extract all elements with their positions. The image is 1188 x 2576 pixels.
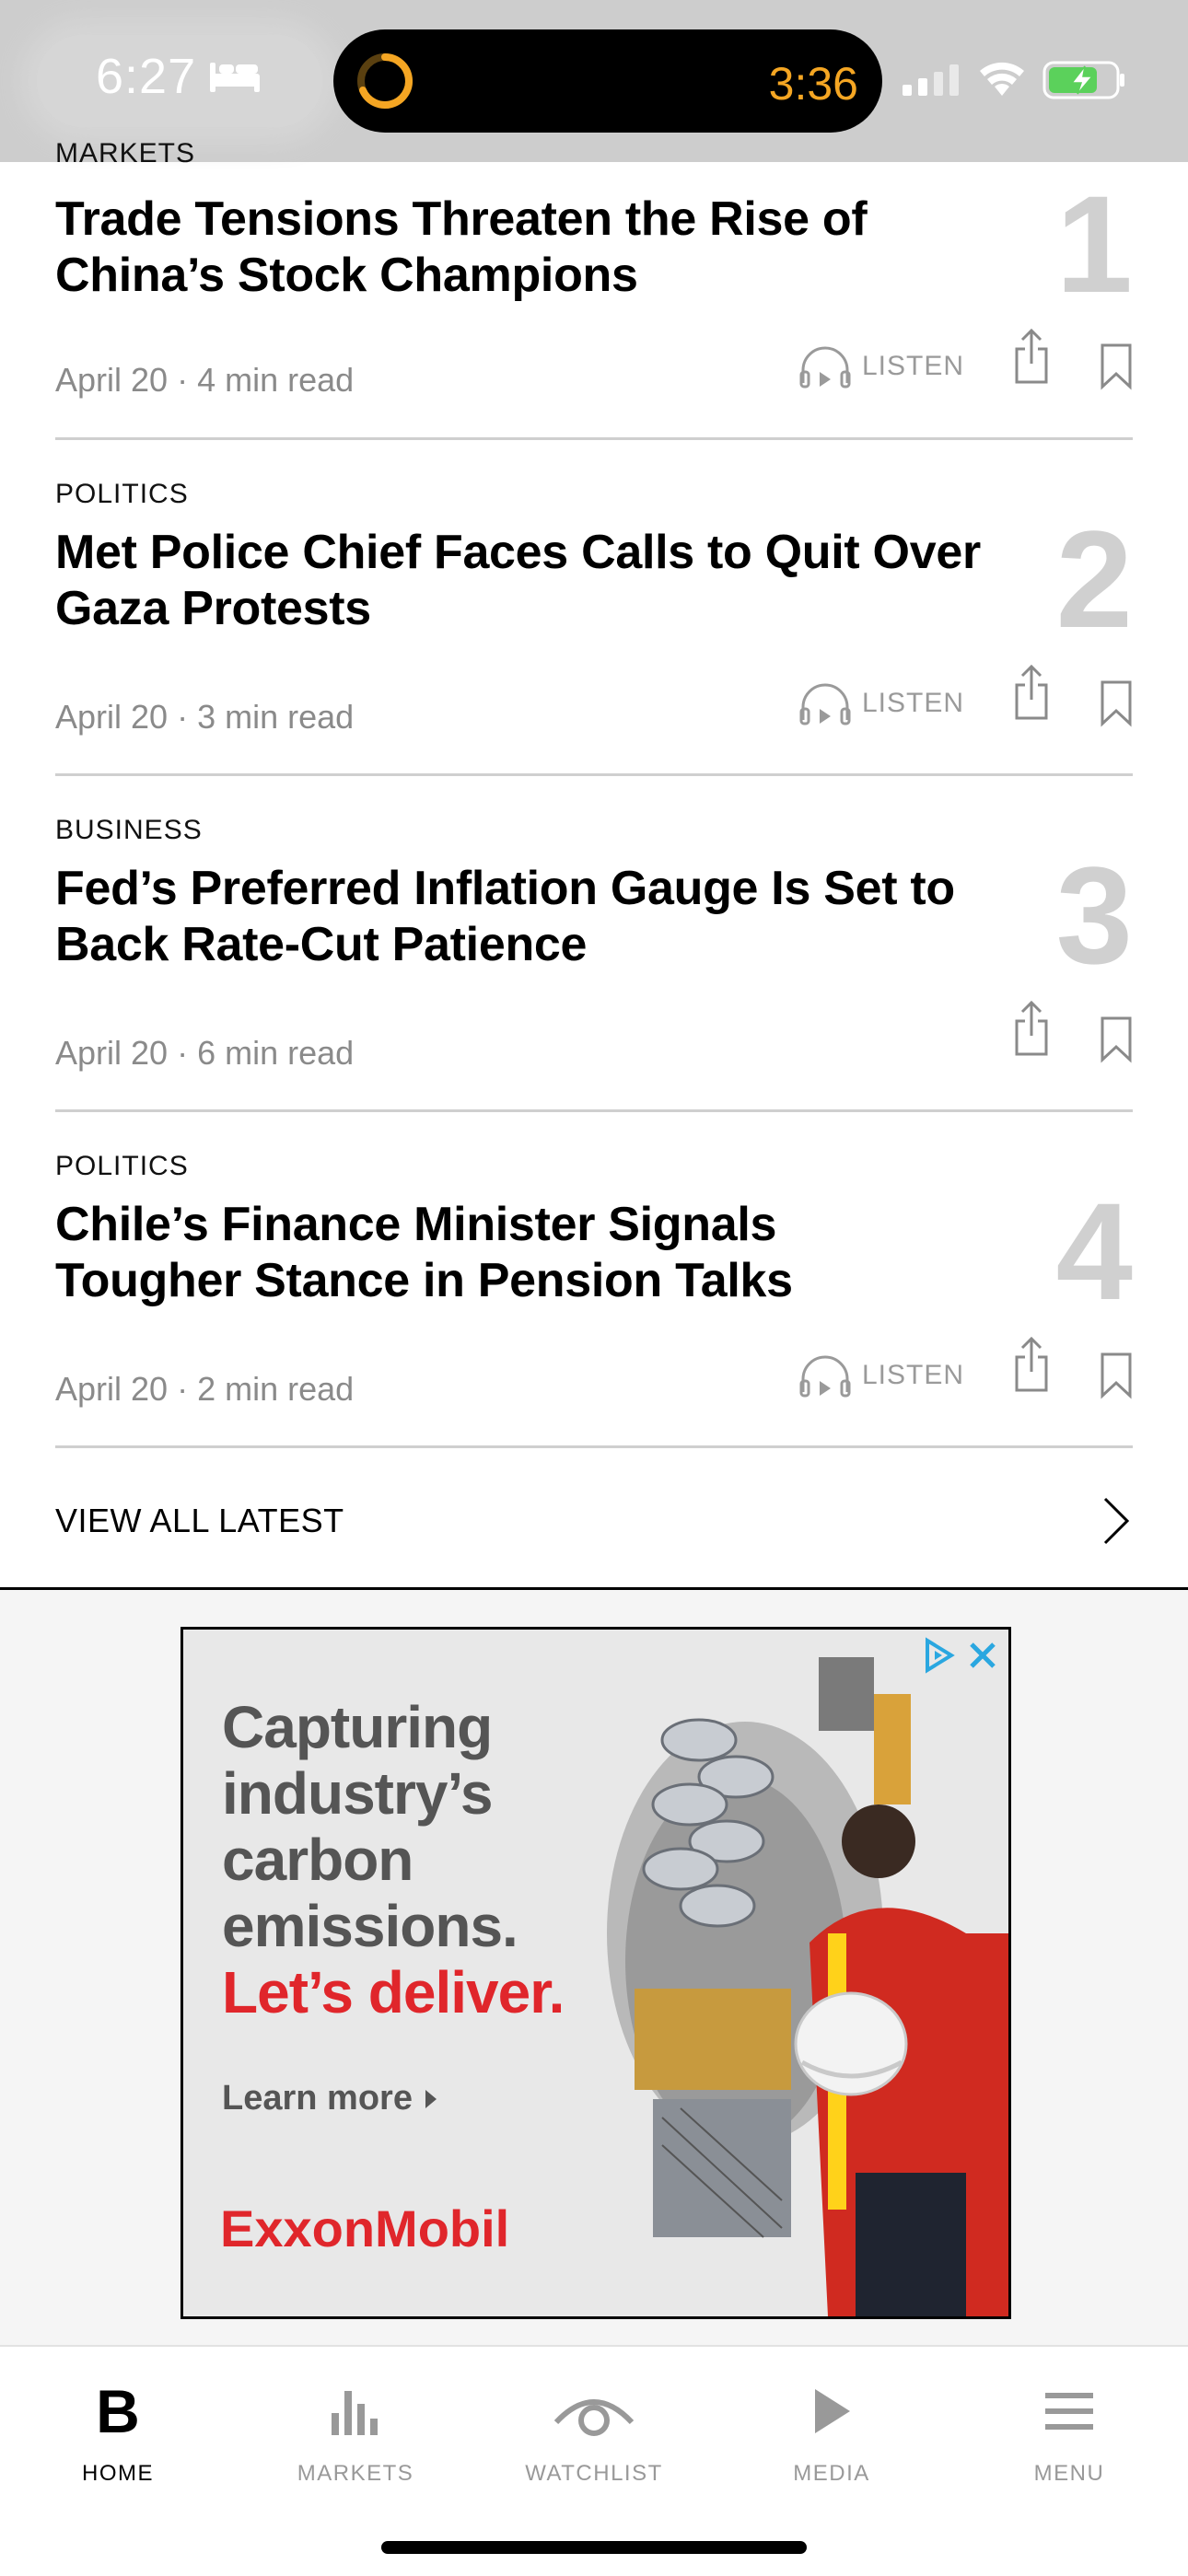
article-read-time: 3 min read [197, 698, 355, 736]
bookmark-icon[interactable] [1100, 679, 1133, 727]
article-meta: April 20 · 2 min read [55, 1370, 354, 1409]
article-date: April 20 [55, 1370, 169, 1408]
tab-markets[interactable]: MARKETS [263, 2365, 448, 2487]
home-b-icon: B [26, 2365, 210, 2457]
battery-charging-icon [1042, 61, 1124, 99]
ad-line: industry’s [222, 1760, 493, 1827]
article-rank: 4 [1055, 1174, 1133, 1329]
ad-line: Capturing [222, 1694, 493, 1760]
article-meta: April 20 · 4 min read [55, 361, 354, 400]
timer-icon [357, 53, 413, 109]
article-rank: 1 [1055, 167, 1133, 321]
article-item[interactable]: POLITICS Met Police Chief Faces Calls to… [55, 479, 1133, 773]
article-item[interactable]: POLITICS Chile’s Finance Minister Signal… [55, 1151, 1133, 1445]
ad-cta: Let’s deliver. [222, 1959, 565, 2025]
ad-brand-logo: ExxonMobil [220, 2199, 510, 2257]
article-item[interactable]: MARKETS Trade Tensions Threaten the Rise… [55, 138, 1133, 433]
meta-separator: · [177, 361, 189, 399]
home-glyph: B [96, 2377, 140, 2445]
divider [55, 437, 1133, 440]
bookmark-icon[interactable] [1100, 1015, 1133, 1063]
home-indicator[interactable] [381, 2541, 807, 2554]
meta-separator: · [177, 698, 189, 736]
caret-right-icon [425, 2089, 437, 2108]
bookmark-icon[interactable] [1100, 1352, 1133, 1399]
tab-watchlist[interactable]: WATCHLIST [502, 2365, 686, 2487]
ad-container: Capturing industry’s carbon emissions. L… [0, 1590, 1188, 2345]
headphones-play-icon [799, 346, 851, 389]
cellular-signal-icon [903, 64, 959, 96]
share-icon[interactable] [1013, 1335, 1050, 1394]
bar-chart-icon [332, 2391, 378, 2435]
timer-time: 3:36 [768, 58, 858, 110]
listen-label: LISTEN [862, 688, 965, 718]
tab-menu[interactable]: MENU [977, 2365, 1161, 2487]
article-category[interactable]: MARKETS [55, 138, 195, 169]
listen-button[interactable]: LISTEN [798, 1352, 964, 1399]
listen-label: LISTEN [862, 351, 965, 381]
ad-banner[interactable]: Capturing industry’s carbon emissions. L… [181, 1627, 1011, 2319]
wifi-icon [980, 62, 1024, 96]
headphones-play-icon [799, 1355, 851, 1398]
article-rank: 3 [1055, 838, 1133, 992]
hamburger-icon [1045, 2393, 1093, 2430]
article-read-time: 6 min read [197, 1034, 355, 1072]
tab-label: MARKETS [297, 2461, 414, 2486]
article-date: April 20 [55, 1034, 169, 1072]
ad-line: emissions. [222, 1893, 518, 1959]
meta-separator: · [177, 1370, 189, 1408]
article-date: April 20 [55, 361, 169, 399]
ad-line: carbon [222, 1827, 413, 1893]
ad-illustration [607, 1657, 1008, 2316]
article-category[interactable]: POLITICS [55, 1151, 189, 1182]
article-title[interactable]: Chile’s Finance Minister Signals Tougher… [55, 1197, 884, 1309]
tab-label: HOME [82, 2461, 154, 2486]
listen-label: LISTEN [862, 1360, 965, 1390]
article-date: April 20 [55, 698, 169, 736]
ad-learn-more-label: Learn more [222, 2079, 413, 2118]
view-all-latest-link[interactable]: VIEW ALL LATEST [55, 1491, 1133, 1550]
share-icon[interactable] [1013, 663, 1050, 722]
article-meta: April 20 · 6 min read [55, 1034, 354, 1073]
article-category[interactable]: POLITICS [55, 479, 189, 510]
share-icon[interactable] [1013, 999, 1050, 1058]
ad-learn-more-link[interactable]: Learn more [222, 2079, 438, 2118]
tab-label: MENU [1033, 2461, 1105, 2486]
tab-media[interactable]: MEDIA [740, 2365, 924, 2487]
eye-icon [553, 2399, 635, 2436]
article-category[interactable]: BUSINESS [55, 815, 203, 846]
divider [55, 773, 1133, 776]
article-title[interactable]: Fed’s Preferred Inflation Gauge Is Set t… [55, 861, 1031, 973]
tab-label: MEDIA [793, 2461, 870, 2486]
article-title[interactable]: Met Police Chief Faces Calls to Quit Ove… [55, 525, 1022, 637]
view-all-label: VIEW ALL LATEST [55, 1502, 344, 1539]
headphones-play-icon [799, 683, 851, 725]
chevron-right-icon [1103, 1497, 1130, 1545]
play-icon [815, 2389, 850, 2433]
divider [55, 1445, 1133, 1448]
sleep-bed-icon [210, 63, 260, 92]
tab-home[interactable]: B HOME [26, 2365, 210, 2487]
article-item[interactable]: BUSINESS Fed’s Preferred Inflation Gauge… [55, 815, 1133, 1109]
bookmark-icon[interactable] [1100, 342, 1133, 390]
listen-button[interactable]: LISTEN [798, 342, 964, 390]
article-meta: April 20 · 3 min read [55, 698, 354, 737]
divider [55, 1109, 1133, 1112]
article-read-time: 2 min read [197, 1370, 355, 1408]
tab-label: WATCHLIST [525, 2461, 663, 2486]
share-icon[interactable] [1013, 327, 1050, 386]
article-title[interactable]: Trade Tensions Threaten the Rise of Chin… [55, 191, 1022, 304]
status-time: 6:27 [96, 49, 197, 104]
dynamic-island[interactable]: 3:36 [333, 29, 882, 133]
ad-headline: Capturing industry’s carbon emissions. L… [222, 1694, 565, 2025]
listen-button[interactable]: LISTEN [798, 679, 964, 727]
article-rank: 2 [1055, 502, 1133, 656]
article-read-time: 4 min read [197, 361, 355, 399]
meta-separator: · [177, 1034, 189, 1072]
